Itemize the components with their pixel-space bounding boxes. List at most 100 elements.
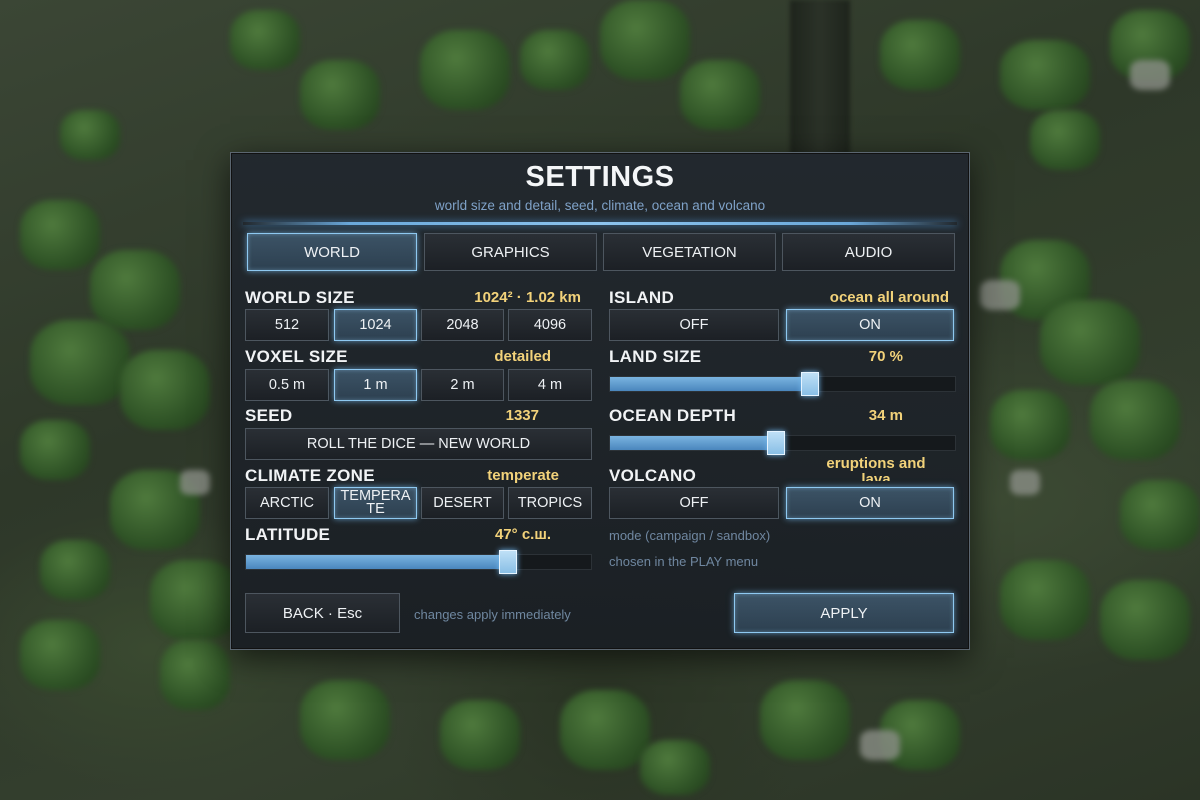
tree (300, 680, 390, 760)
tree (680, 60, 760, 130)
option-label: 2048 (446, 316, 479, 333)
ocean-depth-value: 34 m (868, 407, 903, 424)
voxel-size-option-0-5m[interactable]: 0.5 m (245, 369, 329, 401)
latitude-value: 47° с.ш. (494, 526, 551, 543)
panel-subtitle: world size and detail, seed, climate, oc… (434, 198, 766, 213)
roll-dice-label: ROLL THE DICE — NEW WORLD (306, 435, 531, 452)
island-off-button[interactable]: OFF (609, 309, 779, 341)
seed-value: 1337 (505, 407, 539, 424)
toggle-label: OFF (679, 316, 709, 333)
option-label: 2 m (450, 376, 475, 393)
tree (1000, 560, 1090, 640)
world-size-value: 1024² · 1.02 km (474, 289, 581, 306)
roll-dice-button[interactable]: ROLL THE DICE — NEW WORLD (245, 428, 592, 460)
option-label: 1024 (359, 316, 392, 333)
latitude-slider[interactable] (245, 550, 592, 574)
world-size-label: WORLD SIZE (245, 288, 355, 307)
land-size-label: LAND SIZE (609, 347, 702, 366)
world-size-option-4096[interactable]: 4096 (508, 309, 592, 341)
mode-note-line2: chosen in the PLAY menu (609, 554, 759, 569)
slider-fill (610, 436, 776, 450)
rock (1010, 470, 1040, 495)
tree (120, 350, 210, 430)
island-on-button[interactable]: ON (786, 309, 954, 341)
voxel-size-label: VOXEL SIZE (245, 347, 348, 366)
header-divider (243, 222, 957, 225)
toggle-label: ON (859, 494, 881, 511)
option-label: 4096 (533, 316, 567, 333)
tree (1090, 380, 1180, 460)
volcano-value: eruptions and lava (826, 456, 926, 481)
tree (60, 110, 120, 160)
tree (640, 740, 710, 795)
slider-handle[interactable] (766, 431, 785, 455)
option-label: TROPICS (517, 494, 583, 511)
climate-zone-label: CLIMATE ZONE (245, 466, 375, 485)
tree (160, 640, 230, 710)
world-size-option-1024[interactable]: 1024 (334, 309, 417, 341)
world-size-option-2048[interactable]: 2048 (421, 309, 504, 341)
world-size-option-512[interactable]: 512 (245, 309, 329, 341)
tree (300, 60, 380, 130)
tab-world[interactable]: WORLD (247, 233, 417, 271)
voxel-size-option-4m[interactable]: 4 m (508, 369, 592, 401)
tree (40, 540, 110, 600)
climate-option-arctic[interactable]: ARCTIC (245, 487, 329, 519)
apply-label: APPLY (820, 604, 868, 622)
option-label: 4 m (537, 376, 563, 393)
tree (150, 560, 240, 640)
tree (20, 420, 90, 480)
option-label: ARCTIC (260, 494, 314, 511)
voxel-size-value: detailed (494, 348, 551, 365)
tab-vegetation[interactable]: VEGETATION (603, 233, 776, 271)
apply-button[interactable]: APPLY (734, 593, 954, 633)
option-label: 1 m (363, 376, 388, 393)
option-label: DESERT (433, 494, 492, 511)
climate-option-tropics[interactable]: TROPICS (508, 487, 592, 519)
volcano-on-button[interactable]: ON (786, 487, 954, 519)
seed-label: SEED (245, 406, 293, 425)
voxel-size-option-2m[interactable]: 2 m (421, 369, 504, 401)
slider-handle[interactable] (801, 372, 820, 396)
mode-note-line1: mode (campaign / sandbox) (609, 528, 771, 543)
latitude-label: LATITUDE (245, 525, 331, 544)
tab-graphics[interactable]: GRAPHICS (424, 233, 597, 271)
island-value: ocean all around (829, 289, 949, 306)
tree (230, 10, 300, 70)
tab-label: WORLD (304, 243, 360, 261)
ocean-depth-label: OCEAN DEPTH (609, 406, 737, 425)
changes-note: changes apply immediately (414, 607, 571, 622)
tree (1120, 480, 1200, 550)
tree (1030, 110, 1100, 170)
tab-label: AUDIO (844, 243, 893, 261)
tree (20, 620, 100, 690)
back-button[interactable]: BACK · Esc (245, 593, 400, 633)
rock (1130, 60, 1170, 90)
rock (860, 730, 900, 760)
panel-title: SETTINGS (525, 161, 675, 193)
ocean-depth-slider[interactable] (609, 431, 956, 455)
tree (520, 30, 590, 90)
rock (980, 280, 1020, 310)
slider-fill (246, 555, 509, 569)
option-label: 0.5 m (268, 376, 306, 393)
tree (1000, 40, 1090, 110)
tab-audio[interactable]: AUDIO (782, 233, 955, 271)
land-size-slider[interactable] (609, 372, 956, 396)
tree (760, 680, 850, 760)
tree (1040, 300, 1140, 385)
tree (420, 30, 510, 110)
climate-option-temperate[interactable]: TEMPERATE (334, 487, 417, 519)
tree (560, 690, 650, 770)
volcano-off-button[interactable]: OFF (609, 487, 779, 519)
tree (600, 0, 690, 80)
tree (990, 390, 1070, 460)
slider-handle[interactable] (499, 550, 518, 574)
voxel-size-option-1m[interactable]: 1 m (334, 369, 417, 401)
slider-fill (610, 377, 811, 391)
settings-panel: SETTINGS world size and detail, seed, cl… (230, 152, 970, 650)
tree (90, 250, 180, 330)
climate-option-desert[interactable]: DESERT (421, 487, 504, 519)
tree (20, 200, 100, 270)
tab-label: VEGETATION (642, 243, 737, 261)
